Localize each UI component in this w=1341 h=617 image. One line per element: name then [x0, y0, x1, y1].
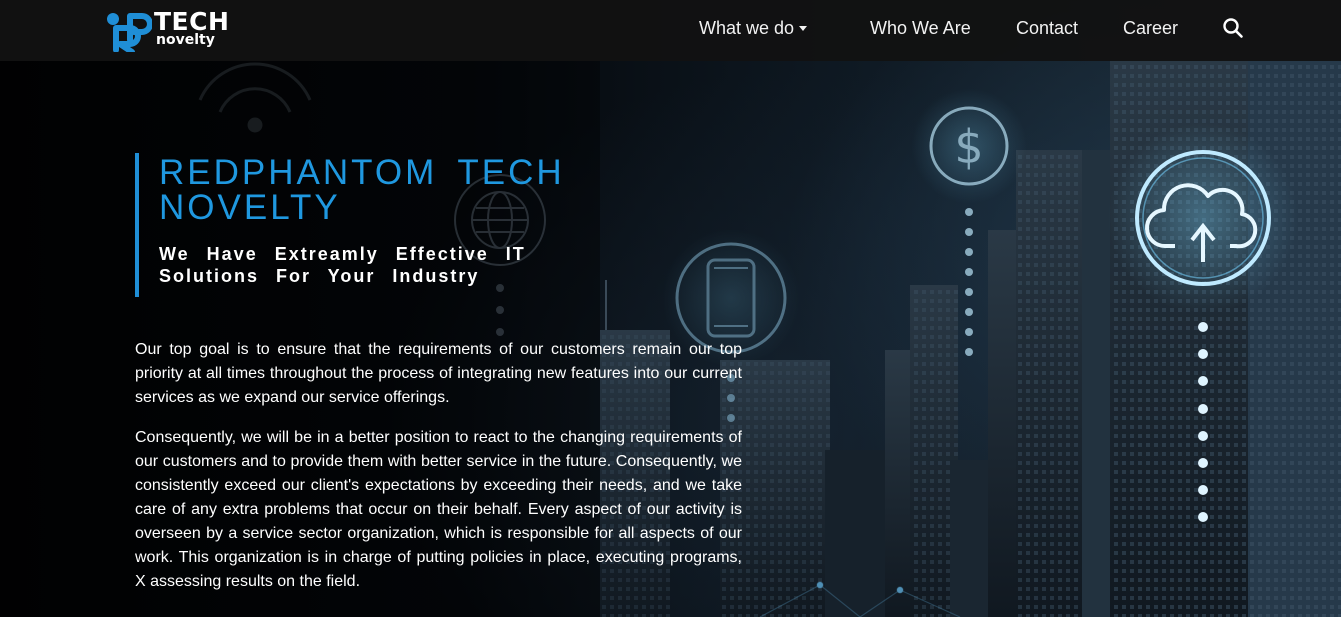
caret-down-icon [799, 26, 808, 31]
logo-mark-icon [107, 13, 152, 52]
search-button[interactable] [1222, 17, 1244, 39]
nav-career[interactable]: Career [1123, 16, 1178, 40]
hero-subtitle: We Have Extreamly Effective IT Solutions… [159, 244, 526, 286]
search-icon [1223, 18, 1243, 38]
brand-logo[interactable]: TECH novelty [106, 8, 229, 52]
top-navbar: TECH novelty What we do Who We Are Conta… [0, 0, 1341, 61]
nav-what-we-do[interactable]: What we do [699, 16, 808, 40]
nav-what-we-do-label: What we do [699, 18, 795, 38]
nav-contact[interactable]: Contact [1016, 16, 1078, 40]
hero-paragraph-1: Our top goal is to ensure that the requi… [135, 341, 742, 406]
svg-text:$: $ [954, 120, 983, 174]
hero-heading-block: REDPHANTOM TECH NOVELTY We Have Extreaml… [135, 153, 595, 297]
hero-title: REDPHANTOM TECH NOVELTY [159, 153, 565, 227]
hero-paragraph-2: Consequently, we will be in a better pos… [135, 429, 742, 590]
logo-text-novelty: novelty [156, 32, 215, 48]
nav-who-we-are[interactable]: Who We Are [870, 16, 971, 40]
